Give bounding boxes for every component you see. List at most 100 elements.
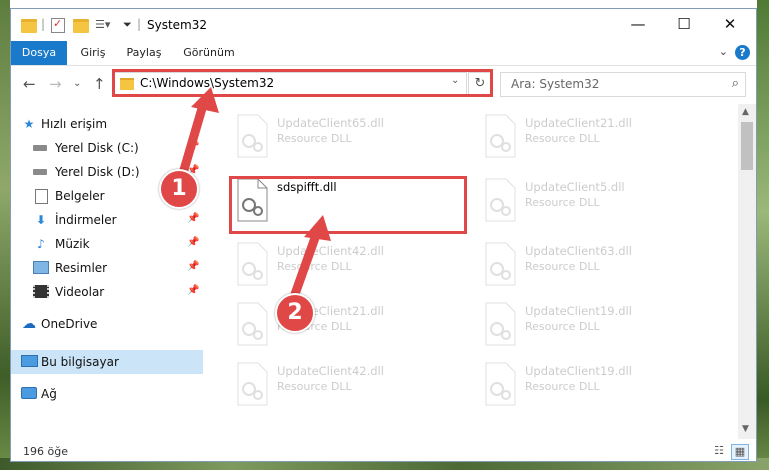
collapse-ribbon-icon[interactable]: ⌄: [719, 45, 728, 58]
large-icons-view-icon[interactable]: ▦: [731, 444, 749, 460]
tab-view[interactable]: Görünüm: [177, 41, 241, 65]
dll-file-icon: [237, 302, 268, 346]
file-item[interactable]: UpdateClient42.dll Resource DLL: [227, 358, 457, 414]
tab-home[interactable]: Giriş: [71, 41, 115, 65]
title-bar: | ✓ ☰▾ ⏷ | System32 — ☐ ✕: [11, 9, 756, 41]
dll-file-icon: [485, 114, 516, 158]
file-item[interactable]: UpdateClient21.dll Resource DLL: [475, 110, 705, 166]
dll-file-icon: [485, 178, 516, 222]
file-name: UpdateClient19.dll: [525, 364, 632, 378]
step-badge-1: 1: [159, 169, 199, 209]
sidebar-item-label: İndirmeler: [55, 213, 117, 227]
details-view-icon[interactable]: ☷: [711, 444, 727, 458]
sidebar-item-network[interactable]: Ağ: [11, 382, 203, 406]
dll-file-icon: [485, 362, 516, 406]
pin-icon: 📌: [187, 237, 200, 248]
new-folder-icon[interactable]: [73, 19, 89, 33]
file-item[interactable]: UpdateClient19.dll Resource DLL: [475, 298, 705, 354]
minimize-button[interactable]: —: [615, 9, 661, 39]
sidebar-item-label: OneDrive: [41, 317, 98, 331]
scroll-up-icon[interactable]: ▲: [742, 107, 749, 117]
file-type: Resource DLL: [277, 132, 352, 145]
address-highlight-box: [112, 69, 493, 97]
videos-icon: [33, 285, 49, 299]
file-item[interactable]: UpdateClient5.dll Resource DLL: [475, 174, 705, 230]
file-item[interactable]: UpdateClient19.dll Resource DLL: [475, 358, 705, 414]
title-separator: |: [41, 17, 46, 31]
sidebar-item-downloads[interactable]: ⬇ İndirmeler 📌: [11, 208, 203, 232]
quick-access-dropdown-icon[interactable]: ⏷: [123, 18, 132, 32]
file-name: UpdateClient42.dll: [277, 364, 384, 378]
back-arrow-icon[interactable]: ←: [23, 75, 36, 93]
sidebar-item-quick-access[interactable]: ★ Hızlı erişim: [11, 112, 203, 136]
file-highlight-box: [229, 176, 467, 234]
forward-arrow-icon[interactable]: →: [49, 75, 62, 93]
item-count: 196 öğe: [23, 445, 68, 458]
file-item[interactable]: UpdateClient21.dll Resource DLL: [227, 298, 457, 354]
sidebar-item-this-pc[interactable]: Bu bilgisayar: [11, 350, 203, 374]
scroll-down-icon[interactable]: ▼: [742, 424, 749, 434]
sidebar-item-music[interactable]: ♪ Müzik 📌: [11, 232, 203, 256]
drive-icon: [33, 165, 49, 179]
pin-icon: 📌: [187, 213, 200, 224]
file-name: UpdateClient42.dll: [277, 244, 384, 258]
file-name: UpdateClient63.dll: [525, 244, 632, 258]
sidebar-item-label: Bu bilgisayar: [41, 355, 119, 369]
title-separator: |: [137, 17, 142, 31]
desktop-background-right: [757, 0, 769, 470]
pin-icon: 📌: [187, 285, 200, 296]
download-icon: ⬇: [35, 213, 47, 227]
sidebar-item-label: Ağ: [41, 387, 57, 401]
pictures-icon: [33, 261, 49, 275]
file-type: Resource DLL: [277, 260, 352, 273]
window-title: System32: [147, 18, 208, 32]
close-button[interactable]: ✕: [707, 9, 753, 39]
file-name: UpdateClient19.dll: [525, 304, 632, 318]
sidebar-item-label: Yerel Disk (D:): [55, 165, 140, 179]
file-type: Resource DLL: [525, 380, 600, 393]
file-list: UpdateClient65.dll Resource DLL sdspifft…: [203, 104, 738, 439]
network-icon: [21, 387, 37, 401]
folder-icon: [21, 19, 37, 33]
search-icon[interactable]: ⌕: [732, 76, 739, 91]
up-arrow-icon[interactable]: ↑: [93, 75, 106, 93]
sidebar-item-onedrive[interactable]: ☁ OneDrive: [11, 312, 203, 336]
vertical-scrollbar[interactable]: ▲ ▼: [738, 104, 756, 439]
computer-icon: [21, 355, 38, 369]
file-item[interactable]: UpdateClient42.dll Resource DLL: [227, 238, 457, 294]
documents-icon: [33, 189, 49, 204]
cloud-icon: ☁: [22, 316, 36, 332]
file-name: UpdateClient5.dll: [525, 180, 625, 194]
file-explorer-window: | ✓ ☰▾ ⏷ | System32 — ☐ ✕ Dosya Giriş Pa…: [10, 8, 757, 462]
help-button[interactable]: ?: [735, 45, 750, 60]
customize-toolbar-icon[interactable]: ☰▾: [95, 18, 110, 31]
sidebar-item-label: Resimler: [55, 261, 108, 275]
desktop-background-left: [0, 0, 10, 470]
properties-icon[interactable]: ✓: [51, 17, 65, 33]
file-type: Resource DLL: [277, 380, 352, 393]
search-placeholder: Ara: System32: [511, 77, 600, 91]
sidebar-item-local-disk-c[interactable]: Yerel Disk (C:) 📌: [11, 136, 203, 160]
search-box[interactable]: Ara: System32 ⌕: [500, 72, 746, 97]
file-type: Resource DLL: [525, 132, 600, 145]
dll-file-icon: [485, 302, 516, 346]
dll-file-icon: [237, 362, 268, 406]
tab-share[interactable]: Paylaş: [119, 41, 169, 65]
file-item[interactable]: UpdateClient65.dll Resource DLL: [227, 110, 457, 166]
navigation-bar: ← → ⌄ ↑ C:\Windows\System32 ⌄ ↻ Ara: Sys…: [11, 66, 756, 104]
sidebar-item-label: Belgeler: [55, 189, 105, 203]
tab-file[interactable]: Dosya: [11, 41, 67, 65]
file-name: UpdateClient21.dll: [525, 116, 632, 130]
file-item[interactable]: UpdateClient63.dll Resource DLL: [475, 238, 705, 294]
recent-locations-icon[interactable]: ⌄: [73, 78, 81, 89]
scroll-thumb[interactable]: [741, 122, 753, 170]
sidebar-item-label: Müzik: [55, 237, 90, 251]
sidebar-item-videos[interactable]: Videolar 📌: [11, 280, 203, 304]
pin-icon: 📌: [187, 141, 200, 152]
maximize-button[interactable]: ☐: [661, 9, 707, 39]
dll-file-icon: [237, 114, 268, 158]
sidebar-item-pictures[interactable]: Resimler 📌: [11, 256, 203, 280]
sidebar-item-label: Videolar: [55, 285, 105, 299]
file-name: UpdateClient65.dll: [277, 116, 384, 130]
star-icon: ★: [23, 117, 35, 131]
